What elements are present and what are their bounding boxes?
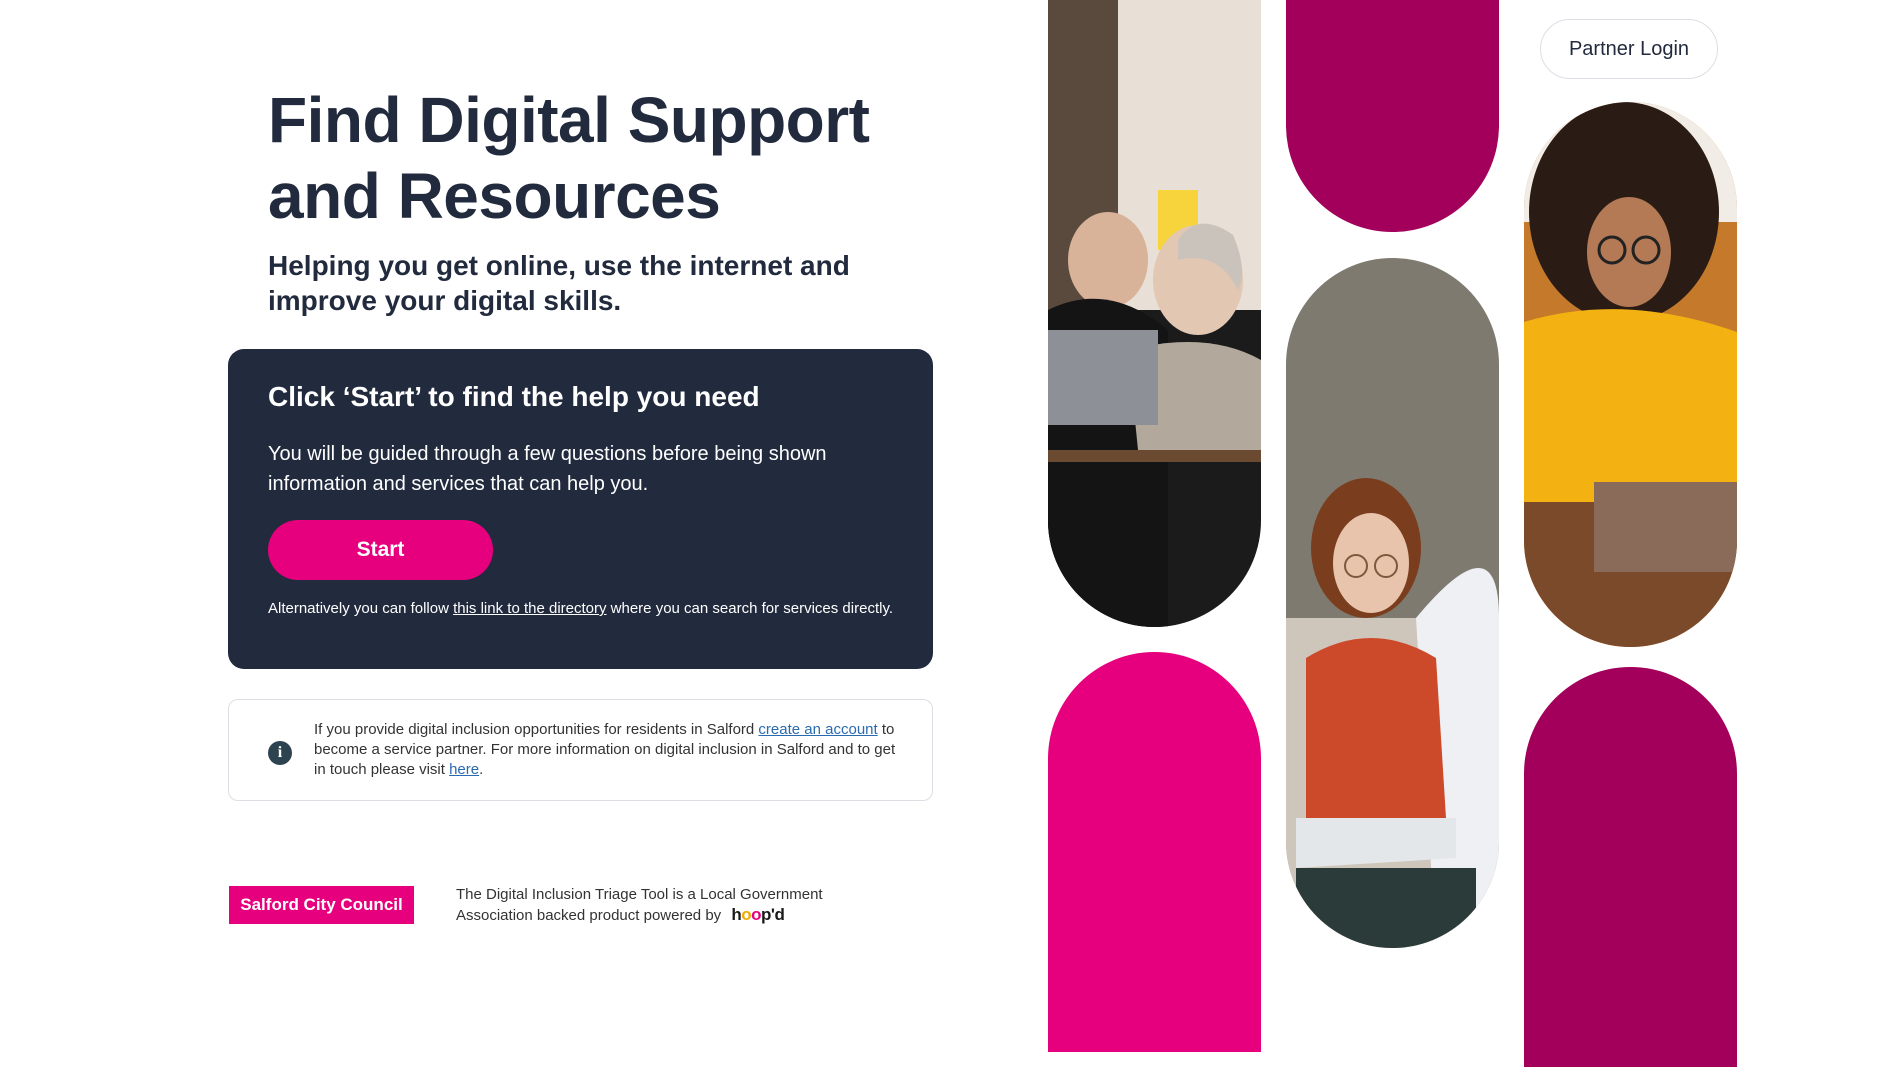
photo-older-couple-laptop [1048, 0, 1261, 627]
footer-text: The Digital Inclusion Triage Tool is a L… [456, 885, 876, 926]
contact-here-link[interactable]: here [449, 761, 479, 778]
directory-note-suffix: where you can search for services direct… [606, 600, 894, 617]
woman-with-pen-illustration [1286, 258, 1499, 948]
start-card-description: You will be guided through a few questio… [268, 443, 827, 495]
info-text-part1: If you provide digital inclusion opportu… [314, 721, 759, 738]
older-couple-illustration [1048, 0, 1261, 627]
woman-in-yellow-illustration [1524, 102, 1737, 647]
directory-note: Alternatively you can follow this link t… [268, 599, 908, 619]
page-subtitle: Helping you get online, use the internet… [268, 250, 850, 316]
partner-info-text: If you provide digital inclusion opportu… [314, 720, 904, 780]
partner-info-box: i If you provide digital inclusion oppor… [228, 699, 933, 801]
create-account-link[interactable]: create an account [758, 721, 877, 738]
info-text-part3: . [479, 761, 484, 778]
directory-note-prefix: Alternatively you can follow [268, 600, 454, 617]
decorative-berry-pill-1 [1286, 0, 1499, 232]
info-icon: i [268, 741, 292, 765]
main-panel: Find Digital Support and Resources Helpi… [0, 0, 1040, 949]
page-title: Find Digital Support and Resources [268, 84, 870, 232]
decorative-pink-pill-1 [1048, 652, 1261, 1052]
start-card: Click ‘Start’ to find the help you need … [228, 349, 933, 669]
start-card-title: Click ‘Start’ to find the help you need [268, 381, 760, 412]
decorative-berry-pill-2 [1524, 667, 1737, 1067]
photo-woman-glasses-laptop [1286, 258, 1499, 948]
salford-council-logo: Salford City Council [229, 886, 414, 924]
start-button[interactable]: Start [268, 520, 493, 580]
partner-login-button[interactable]: Partner Login [1540, 19, 1718, 79]
hoopd-logo: hoop'd [731, 905, 785, 924]
directory-link[interactable]: this link to the directory [453, 600, 606, 617]
photo-woman-yellow-sweater [1524, 102, 1737, 647]
